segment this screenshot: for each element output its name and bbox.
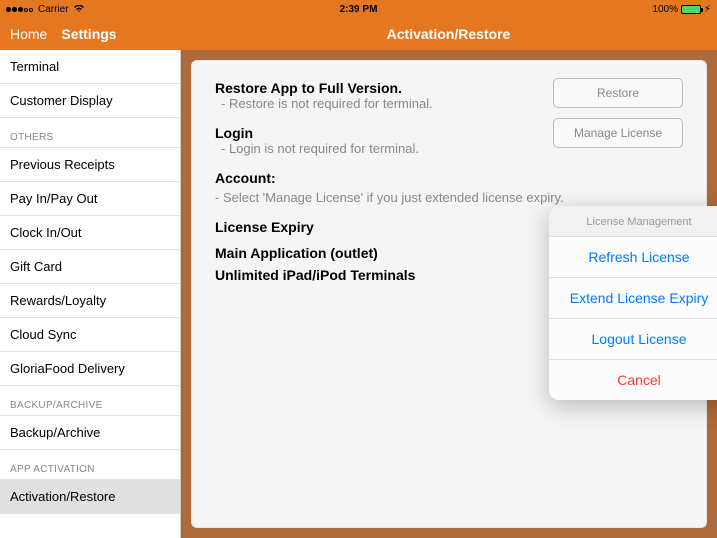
sidebar-item-pay-in-out[interactable]: Pay In/Pay Out: [0, 182, 180, 216]
manage-license-button[interactable]: Manage License: [553, 118, 683, 148]
restore-button[interactable]: Restore: [553, 78, 683, 108]
main-area: Restore Manage License Restore App to Fu…: [181, 50, 717, 538]
sidebar-item-customer-display[interactable]: Customer Display: [0, 84, 180, 118]
sidebar-header-others: OTHERS: [0, 118, 180, 148]
popover-extend-expiry[interactable]: Extend License Expiry: [549, 277, 717, 318]
sidebar-item-rewards-loyalty[interactable]: Rewards/Loyalty: [0, 284, 180, 318]
popover-logout-license[interactable]: Logout License: [549, 318, 717, 359]
sidebar-item-gloriafood[interactable]: GloriaFood Delivery: [0, 352, 180, 386]
sidebar: Terminal Customer Display OTHERS Previou…: [0, 50, 181, 538]
unlimited-label: Unlimited iPad/iPod Terminals: [215, 267, 415, 283]
sidebar-item-activation-restore[interactable]: Activation/Restore: [0, 480, 180, 514]
status-bar: Carrier 2:39 PM 100% ⚡︎: [0, 0, 717, 18]
carrier-label: Carrier: [38, 4, 69, 15]
license-popover: License Management Refresh License Exten…: [549, 206, 717, 400]
account-heading: Account:: [215, 170, 683, 186]
sidebar-item-backup-archive[interactable]: Backup/Archive: [0, 416, 180, 450]
charging-icon: ⚡︎: [704, 4, 711, 15]
battery-icon: [681, 5, 701, 14]
wifi-icon: [73, 3, 85, 16]
signal-dots-icon: [6, 4, 34, 15]
page-title: Activation/Restore: [387, 26, 511, 42]
sidebar-item-previous-receipts[interactable]: Previous Receipts: [0, 148, 180, 182]
popover-cancel[interactable]: Cancel: [549, 359, 717, 400]
sidebar-item-gift-card[interactable]: Gift Card: [0, 250, 180, 284]
status-time: 2:39 PM: [340, 4, 378, 15]
nav-bar: Home Settings Activation/Restore: [0, 18, 717, 50]
nav-settings-title: Settings: [61, 26, 116, 42]
main-app-label: Main Application (outlet): [215, 245, 378, 261]
sidebar-item-terminal[interactable]: Terminal: [0, 50, 180, 84]
popover-title: License Management: [549, 206, 717, 236]
battery-percent: 100%: [652, 4, 678, 15]
account-subtext: - Select 'Manage License' if you just ex…: [215, 190, 683, 205]
sidebar-item-cloud-sync[interactable]: Cloud Sync: [0, 318, 180, 352]
popover-refresh-license[interactable]: Refresh License: [549, 236, 717, 277]
sidebar-header-backup: BACKUP/ARCHIVE: [0, 386, 180, 416]
sidebar-header-activation: APP ACTIVATION: [0, 450, 180, 480]
sidebar-item-clock-in-out[interactable]: Clock In/Out: [0, 216, 180, 250]
nav-home-button[interactable]: Home: [10, 26, 47, 42]
